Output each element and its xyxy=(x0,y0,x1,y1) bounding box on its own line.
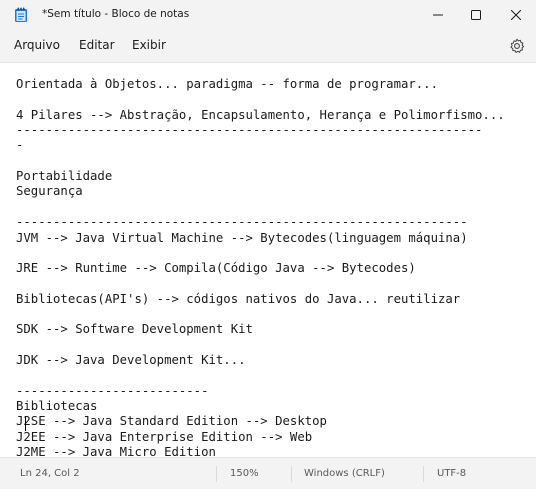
text-line: JDK --> Java Development Kit... xyxy=(16,353,246,367)
maximize-icon xyxy=(471,10,481,20)
text-line: JRE --> Runtime --> Compila(Código Java … xyxy=(16,261,416,275)
maximize-button[interactable] xyxy=(456,0,496,30)
minimize-button[interactable] xyxy=(418,0,458,30)
cursor-position: Ln 24, Col 2 xyxy=(20,468,80,479)
zoom-level: 150% xyxy=(230,468,259,479)
encoding: UTF-8 xyxy=(437,468,467,479)
window-title: *Sem título - Bloco de notas xyxy=(42,8,190,20)
notepad-window: *Sem título - Bloco de notas Arquivo Edi… xyxy=(0,0,536,489)
minimize-icon xyxy=(433,14,443,16)
text-line: ----------------------------------------… xyxy=(16,123,483,137)
title-bar[interactable]: *Sem título - Bloco de notas xyxy=(0,0,536,30)
menu-exibir[interactable]: Exibir xyxy=(132,38,166,52)
text-line: Bibliotecas xyxy=(16,399,98,413)
status-divider xyxy=(423,466,424,482)
text-line: Segurança xyxy=(16,184,83,198)
status-bar: Ln 24, Col 2 150% Windows (CRLF) UTF-8 xyxy=(0,459,536,489)
line-ending: Windows (CRLF) xyxy=(304,468,385,479)
text-line: 4 Pilares --> Abstração, Encapsulamento,… xyxy=(16,108,505,122)
text-line: - xyxy=(16,138,24,152)
close-button[interactable] xyxy=(496,0,536,30)
text-line: J2EE --> Java Enterprise Edition --> Web xyxy=(16,430,313,444)
status-divider xyxy=(291,466,292,482)
text-caret xyxy=(25,416,26,431)
menu-editar[interactable]: Editar xyxy=(79,38,115,52)
close-icon xyxy=(511,10,521,20)
text-line: JVM --> Java Virtual Machine --> Bytecod… xyxy=(16,231,468,245)
text-line: ----------------------------------------… xyxy=(16,215,468,229)
text-editor[interactable]: Orientada à Objetos... paradigma -- form… xyxy=(0,62,536,458)
menu-bar: Arquivo Editar Exibir xyxy=(0,34,536,58)
text-line: SDK --> Software Development Kit xyxy=(16,322,253,336)
notepad-icon xyxy=(15,7,27,22)
text-line: J2SE --> Java Standard Edition --> Deskt… xyxy=(16,414,327,428)
text-line: -------------------------- xyxy=(16,384,209,398)
menu-arquivo[interactable]: Arquivo xyxy=(14,38,60,52)
text-line: Orientada à Objetos... paradigma -- form… xyxy=(16,77,438,91)
text-line: Portabilidade xyxy=(16,169,113,183)
text-line: Bibliotecas(API's) --> códigos nativos d… xyxy=(16,292,461,306)
gear-icon[interactable] xyxy=(508,37,526,55)
status-divider xyxy=(216,466,217,482)
text-line: J2ME --> Java Micro Edition xyxy=(16,445,216,458)
